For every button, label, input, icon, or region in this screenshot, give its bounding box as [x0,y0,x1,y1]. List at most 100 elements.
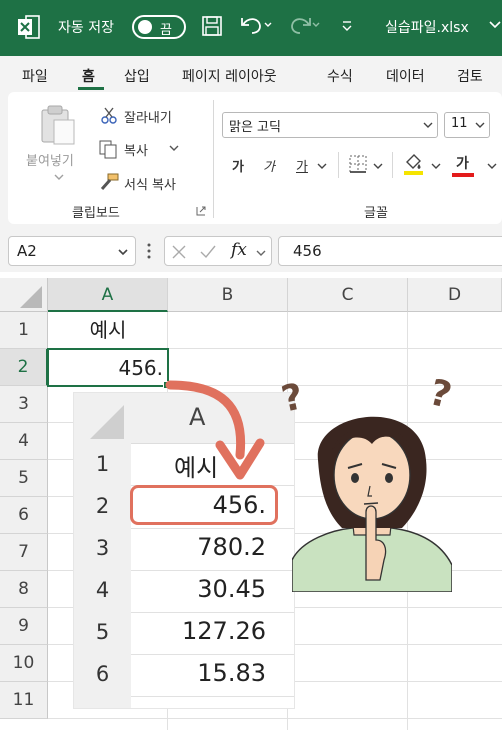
title-bar: 자동 저장 끔 실습파일.xlsx [0,0,502,56]
select-all-corner[interactable] [0,278,48,312]
borders-icon[interactable] [348,154,368,174]
chevron-down-icon[interactable] [316,161,328,171]
tab-insert[interactable]: 삽입 [124,66,150,86]
customize-toolbar-icon[interactable] [340,19,354,33]
formula-tools: fx [164,236,272,266]
dialog-launcher-icon[interactable] [196,206,206,216]
inset-row-header: 5 [95,620,110,644]
row-header[interactable]: 10 [0,645,48,682]
row-header[interactable]: 11 [0,682,48,719]
tab-formulas[interactable]: 수식 [327,66,353,86]
column-header-c[interactable]: C [288,278,408,312]
save-icon[interactable] [202,16,222,36]
font-size-value: 11 [451,116,468,131]
tab-data[interactable]: 데이터 [386,66,425,86]
row-header[interactable]: 5 [0,460,48,497]
ribbon: 붙여넣기 잘라내기 복사 서식 복사 클립보드 맑은 고딕 11 가 가 가 가… [0,92,502,230]
italic-button[interactable]: 가 [263,156,275,175]
clipboard-group-label: 클립보드 [72,206,120,221]
autosave-label: 자동 저장 [58,20,114,36]
scissors-icon[interactable] [100,106,118,124]
bold-button[interactable]: 가 [232,156,244,175]
underline-button[interactable]: 가 [296,156,308,175]
chevron-down-icon [423,122,433,128]
tab-home[interactable]: 홈 [82,66,95,86]
copy-label[interactable]: 복사 [124,140,148,159]
formula-bar: A2 fx 456 [0,230,502,272]
font-name-select[interactable]: 맑은 고딕 [222,112,438,138]
gridline [131,612,294,613]
tab-page-layout[interactable]: 페이지 레이아웃 [182,66,277,86]
enter-icon[interactable] [199,244,217,260]
formula-input[interactable]: 456 [278,236,502,266]
font-name-value: 맑은 고딕 [229,120,281,135]
paste-label[interactable]: 붙여넣기 [26,150,74,169]
formula-value: 456 [293,242,322,260]
row-header[interactable]: 4 [0,423,48,460]
inset-cell-a4: 30.45 [197,575,266,603]
row-header[interactable]: 3 [0,386,48,423]
redo-icon[interactable] [286,14,320,36]
format-painter-label[interactable]: 서식 복사 [124,174,176,193]
gridline [48,718,502,719]
font-group-label: 글꼴 [364,206,388,221]
name-box-value: A2 [17,242,37,260]
format-painter-icon[interactable] [98,172,120,192]
inset-row-header: 6 [95,662,110,686]
column-header-d[interactable]: D [408,278,502,312]
gridline [131,654,294,655]
chevron-down-icon[interactable] [486,161,498,171]
tab-file[interactable]: 파일 [22,66,48,86]
group-separator [213,100,214,218]
gridline [131,696,294,697]
cut-label[interactable]: 잘라내기 [124,107,172,126]
font-color-button[interactable]: 가 [456,153,469,173]
inset-cell-a5: 127.26 [182,617,266,645]
gridline [131,570,294,571]
chevron-down-icon[interactable] [255,248,267,258]
inset-row-header: 4 [95,578,110,602]
file-name: 실습파일.xlsx [385,20,469,36]
ribbon-panel: 붙여넣기 잘라내기 복사 서식 복사 클립보드 맑은 고딕 11 가 가 가 가… [8,92,502,224]
inset-cell-a6: 15.83 [197,659,266,687]
column-header-b[interactable]: B [168,278,288,312]
tab-review[interactable]: 검토 [457,66,483,86]
row-header[interactable]: 8 [0,571,48,608]
undo-icon[interactable] [238,14,272,36]
row-header[interactable]: 2 [0,349,48,386]
chevron-down-icon[interactable] [168,143,180,153]
row-header[interactable]: 1 [0,312,48,349]
select-all-triangle-icon [20,286,42,308]
cell-a1[interactable]: 예시 [48,312,168,349]
chevron-down-icon[interactable] [53,172,65,182]
tool-separator [392,152,393,178]
toggle-knob [138,20,152,34]
row-header[interactable]: 7 [0,534,48,571]
curved-arrow-icon [165,380,265,480]
copy-icon[interactable] [98,139,118,159]
cancel-icon[interactable] [171,244,187,260]
highlight-box [130,485,278,525]
row-header[interactable]: 9 [0,608,48,645]
cell-a2-selected[interactable]: 456. [47,348,171,389]
paste-icon[interactable] [38,104,78,146]
chevron-down-icon[interactable] [488,18,502,32]
name-box[interactable]: A2 [8,236,136,266]
chevron-down-icon [118,249,128,256]
chevron-down-icon[interactable] [430,161,442,171]
excel-logo-icon [18,15,40,39]
autosave-toggle[interactable]: 끔 [132,15,186,39]
row-header[interactable]: 6 [0,497,48,534]
insert-function-button[interactable]: fx [231,240,247,260]
gridline [131,528,294,529]
fill-color-icon[interactable] [402,150,424,176]
column-header-a[interactable]: A [48,278,168,312]
confused-person-illustration [292,416,452,592]
inset-row-header: 2 [95,494,110,518]
font-size-select[interactable]: 11 [444,112,490,138]
cell-a2-value: 456. [118,356,163,380]
ribbon-tabs: 파일 홈 삽입 페이지 레이아웃 수식 데이터 검토 [0,56,502,92]
font-color-swatch [452,173,474,177]
chevron-down-icon[interactable] [372,161,384,171]
more-options-icon[interactable] [146,242,152,260]
